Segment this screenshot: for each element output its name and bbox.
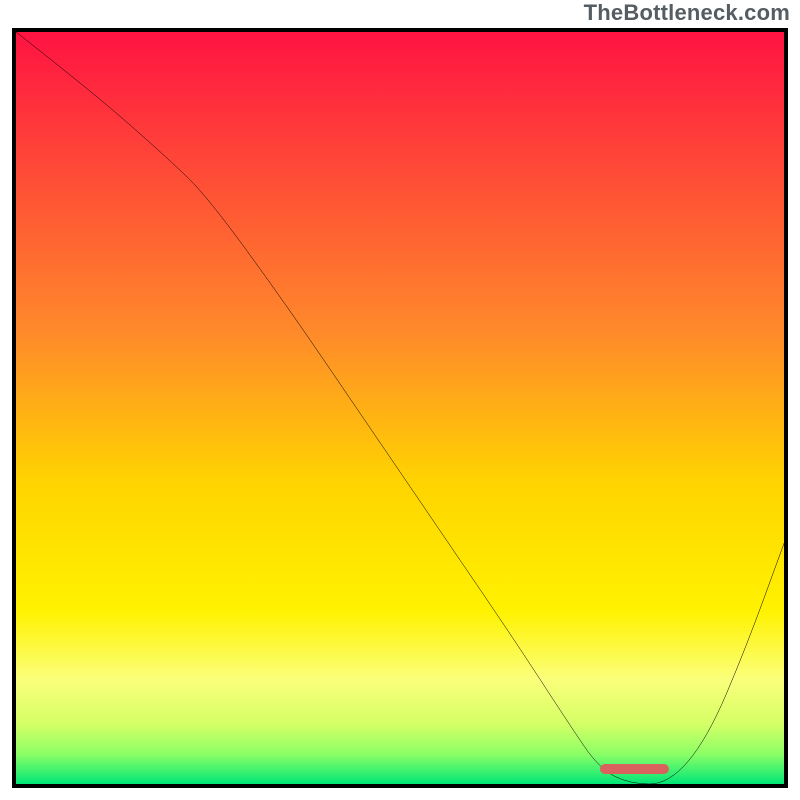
chart-frame: TheBottleneck.com bbox=[0, 0, 800, 800]
plot-area bbox=[12, 28, 788, 788]
watermark-text: TheBottleneck.com bbox=[584, 0, 790, 26]
bottleneck-curve bbox=[16, 32, 784, 784]
